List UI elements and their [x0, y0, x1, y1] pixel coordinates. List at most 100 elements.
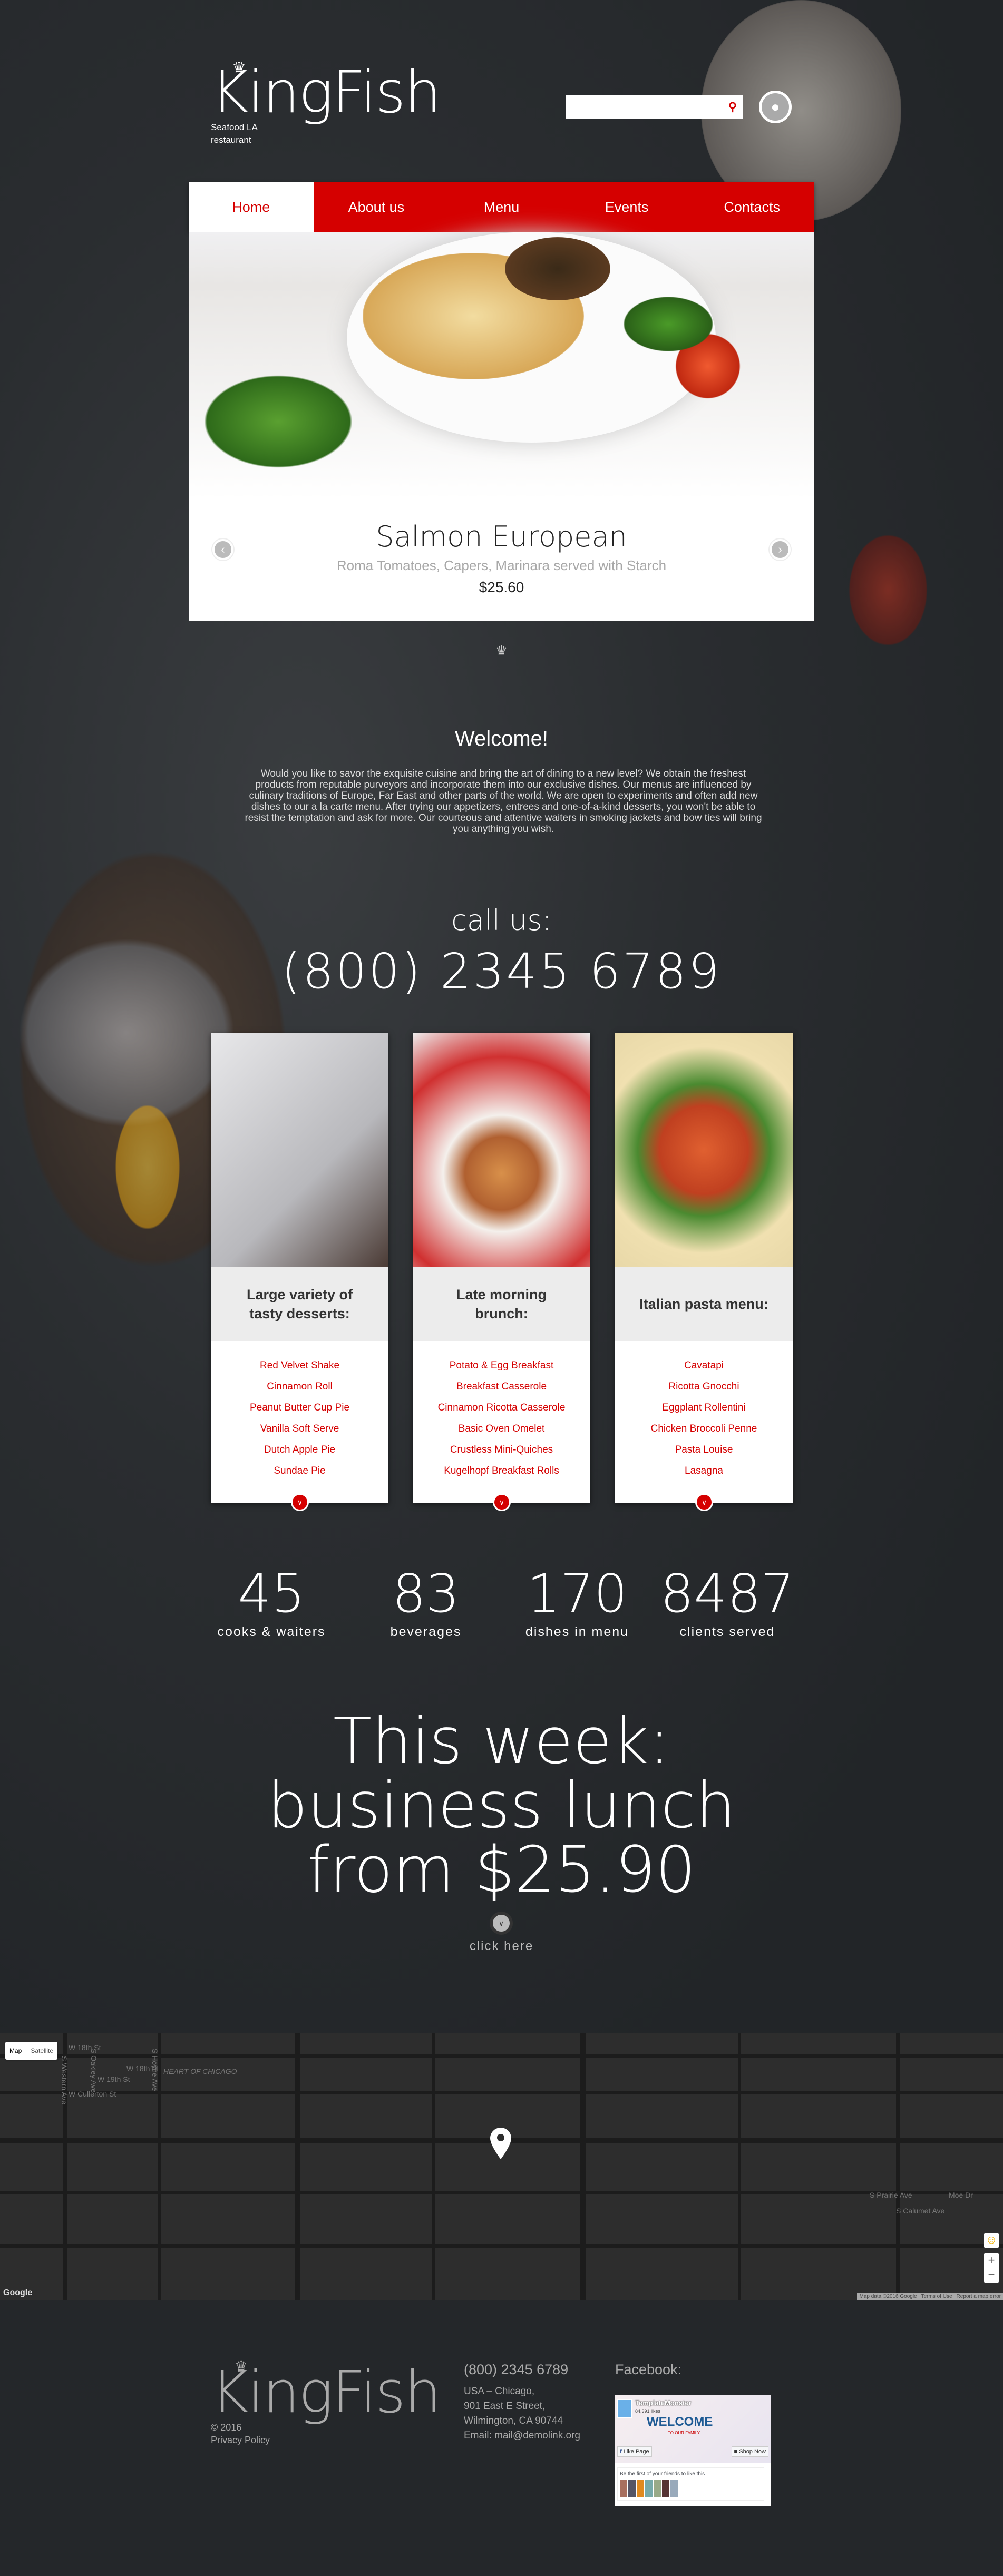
search-input[interactable]	[566, 95, 713, 119]
map-label: HEART OF CHICAGO	[163, 2067, 237, 2075]
footer: ♛ KingFish © 2016 Privacy Policy (800) 2…	[0, 2300, 1003, 2576]
fb-like-button[interactable]: f Like Page	[617, 2446, 652, 2457]
page-avatar	[617, 2399, 632, 2418]
chevron-down-icon[interactable]: ∨	[695, 1493, 713, 1511]
menu-item[interactable]: Ricotta Gnocchi	[615, 1376, 793, 1397]
search-icon[interactable]: ⚲	[728, 100, 737, 114]
address-line: USA – Chicago,	[464, 2386, 535, 2397]
welcome-text: Would you like to savor the exquisite cu…	[245, 768, 762, 835]
chevron-down-icon[interactable]: ∨	[490, 1912, 513, 1935]
menu-item[interactable]: Vanilla Soft Serve	[211, 1418, 388, 1439]
card-image	[615, 1033, 793, 1267]
nav-home[interactable]: Home	[189, 182, 314, 232]
menu-item[interactable]: Crustless Mini-Quiches	[413, 1439, 590, 1461]
pegman-icon[interactable]: ☺	[984, 2233, 999, 2248]
zoom-control: + −	[984, 2253, 999, 2283]
slider-next-button[interactable]: ›	[770, 539, 791, 560]
fb-shop-label: Shop Now	[739, 2448, 766, 2455]
menu-item[interactable]: Chicken Broccoli Penne	[615, 1418, 793, 1439]
fb-friends-text: Be the first of your friends to like thi…	[620, 2471, 705, 2477]
map-data-text: Map data ©2016 Google	[859, 2294, 917, 2299]
welcome-title: Welcome!	[454, 727, 549, 750]
facebook-icon: f	[620, 2448, 622, 2455]
chevron-down-icon[interactable]: ∨	[493, 1493, 511, 1511]
map-label: S Calumet Ave	[896, 2207, 945, 2215]
stat-cooks: 45 cooks & waiters	[217, 1563, 326, 1640]
fb-page-name[interactable]: TemplateMonster	[635, 2399, 692, 2407]
stat-dishes: 170 dishes in menu	[525, 1563, 629, 1640]
chevron-down-icon[interactable]: ∨	[291, 1493, 309, 1511]
fb-like-label: Like Page	[623, 2448, 649, 2455]
main-nav: Home About us Menu Events Contacts	[189, 182, 814, 232]
slide-price: $25.60	[479, 579, 524, 595]
zoom-out-button[interactable]: −	[984, 2267, 999, 2281]
menu-item[interactable]: Pasta Louise	[615, 1439, 793, 1461]
slider-prev-button[interactable]: ‹	[212, 539, 233, 560]
privacy-link[interactable]: Privacy Policy	[211, 2434, 440, 2446]
menu-item[interactable]: Breakfast Casserole	[413, 1376, 590, 1397]
map-type-control: Map Satellite	[5, 2042, 58, 2060]
card-image	[211, 1033, 388, 1267]
menu-item[interactable]: Potato & Egg Breakfast	[413, 1355, 590, 1376]
menu-item[interactable]: Cavatapi	[615, 1355, 793, 1376]
call-phone[interactable]: (800) 2345 6789	[0, 943, 1003, 1000]
menu-card-desserts: Large variety of tasty desserts: Red Vel…	[211, 1033, 388, 1511]
menu-item[interactable]: Eggplant Rollentini	[615, 1397, 793, 1418]
fb-friends: Be the first of your friends to like thi…	[617, 2467, 764, 2501]
map-label: S Western Ave	[60, 2056, 69, 2105]
promo-line: business lunch	[267, 1769, 736, 1843]
map-label: S Prairie Ave	[870, 2191, 912, 2199]
menu-card-pasta: Italian pasta menu: Cavatapi Ricotta Gno…	[615, 1033, 793, 1511]
menu-item[interactable]: Dutch Apple Pie	[211, 1439, 388, 1461]
crayfish-decoration	[843, 527, 933, 653]
menu-card-brunch: Late morning brunch: Potato & Egg Breakf…	[413, 1033, 590, 1511]
map-label: Moe Dr	[949, 2191, 973, 2199]
map-attribution: Map data ©2016 Google Terms of Use Repor…	[857, 2293, 1003, 2300]
nav-about[interactable]: About us	[313, 182, 439, 232]
zoom-in-button[interactable]: +	[984, 2253, 999, 2267]
nav-menu[interactable]: Menu	[439, 182, 564, 232]
map-label: S Hoyne Ave	[151, 2049, 159, 2091]
footer-logo[interactable]: ♛ KingFish © 2016 Privacy Policy	[211, 2358, 441, 2446]
menu-item[interactable]: Kugelhopf Breakfast Rolls	[413, 1461, 590, 1482]
fb-banner: WELCOME	[647, 2415, 713, 2429]
crown-icon: ♛	[232, 60, 246, 77]
nav-events[interactable]: Events	[563, 182, 689, 232]
fb-shop-button[interactable]: ■ Shop Now	[731, 2446, 768, 2457]
user-icon[interactable]: ●	[759, 91, 792, 123]
promo-line: from $25.90	[307, 1834, 696, 1907]
email-link[interactable]: mail@demolink.org	[494, 2430, 580, 2441]
menu-item[interactable]: Basic Oven Omelet	[413, 1418, 590, 1439]
menu-item[interactable]: Cinnamon Roll	[211, 1376, 388, 1397]
map-type-map[interactable]: Map	[5, 2042, 27, 2060]
click-here-link[interactable]: click here	[0, 1939, 1003, 1954]
report-error-link[interactable]: Report a map error	[957, 2294, 1001, 2299]
menu-item[interactable]: Cinnamon Ricotta Casserole	[413, 1397, 590, 1418]
fb-likes: 84,391 likes	[635, 2408, 661, 2414]
map-type-satellite[interactable]: Satellite	[26, 2042, 57, 2060]
map-label: S Oakley Ave	[90, 2049, 98, 2093]
stat-beverages: 83 beverages	[390, 1563, 462, 1640]
menu-item[interactable]: Red Velvet Shake	[211, 1355, 388, 1376]
google-map[interactable]: W 18th St S Oakley Ave W 18th Pl S Hoyne…	[0, 2033, 1003, 2300]
lemon-decoration	[111, 1096, 184, 1238]
nav-contacts[interactable]: Contacts	[689, 182, 814, 232]
facebook-title: Facebook:	[615, 2362, 682, 2377]
terms-link[interactable]: Terms of Use	[921, 2294, 952, 2299]
menu-item[interactable]: Lasagna	[615, 1461, 793, 1482]
map-pin-icon[interactable]	[490, 2128, 511, 2159]
map-label: W 19th St	[98, 2075, 130, 2083]
slider-image	[189, 232, 814, 499]
map-label: W Cullerton St	[69, 2090, 116, 2098]
fb-banner-sub: TO OUR FAMILY	[668, 2431, 700, 2435]
menu-item[interactable]: Peanut Butter Cup Pie	[211, 1397, 388, 1418]
menu-item[interactable]: Sundae Pie	[211, 1461, 388, 1482]
promo-heading: This week: business lunch from $25.90	[0, 1710, 1003, 1903]
slider-caption: ‹ › Salmon European Roma Tomatoes, Caper…	[189, 499, 814, 621]
slide-title: Salmon European	[376, 520, 627, 553]
logo[interactable]: ♛ KingFish Seafood LA restaurant	[211, 60, 441, 146]
address-line: 901 East E Street,	[464, 2401, 546, 2412]
promo-line: This week:	[333, 1705, 670, 1778]
footer-phone[interactable]: (800) 2345 6789	[464, 2362, 580, 2377]
crown-icon: ♛	[235, 2358, 248, 2375]
